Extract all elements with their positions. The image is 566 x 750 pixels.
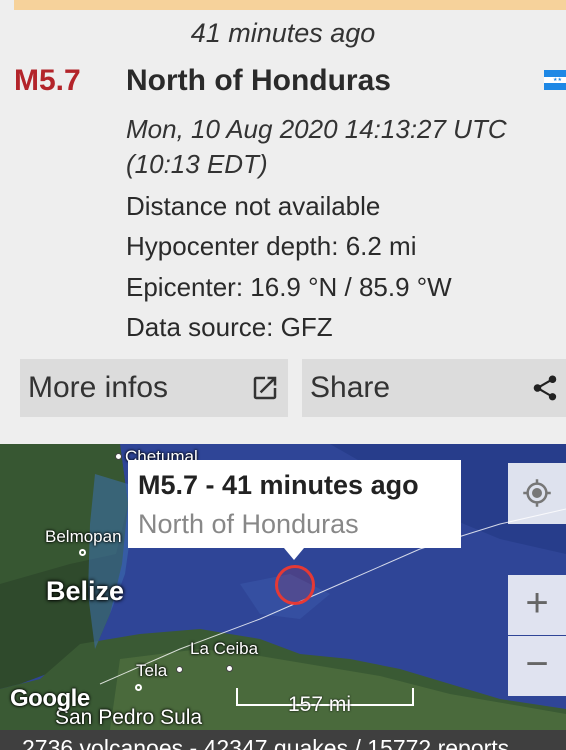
city-label-belmopan: Belmopan — [45, 527, 122, 546]
footer-stats-bar: 2736 volcanoes - 42347 quakes / 15772 re… — [0, 730, 566, 750]
datetime-utc: Mon, 10 Aug 2020 14:13:27 UTC — [126, 114, 507, 144]
zoom-in-button[interactable]: + — [508, 575, 566, 635]
honduras-flag-icon: ★★ — [544, 70, 566, 90]
country-label-belize: Belize — [46, 576, 125, 606]
city-dot-belmopan — [79, 549, 86, 556]
depth-text: Hypocenter depth: 6.2 mi — [126, 231, 417, 261]
share-label: Share — [310, 371, 391, 404]
more-infos-button[interactable]: More infos — [20, 359, 288, 417]
share-icon — [530, 373, 560, 403]
popup-title: M5.7 - 41 minutes ago — [138, 470, 419, 500]
city-dot-chetumal — [115, 453, 122, 460]
city-dot-la-ceiba — [226, 665, 233, 672]
share-button[interactable]: Share — [302, 359, 566, 417]
open-external-icon — [250, 373, 280, 403]
magnitude-label: M5.7 — [14, 64, 81, 97]
more-infos-label: More infos — [28, 371, 169, 404]
footer-stats-text: 2736 volcanoes - 42347 quakes / 15772 re… — [22, 735, 510, 750]
data-source-text: Data source: GFZ — [126, 312, 333, 342]
quake-marker[interactable] — [275, 565, 315, 605]
quake-info-popup[interactable]: M5.7 - 41 minutes ago North of Honduras — [128, 460, 461, 560]
zoom-out-icon: − — [525, 642, 549, 686]
zoom-out-button[interactable]: − — [508, 636, 566, 696]
map-scale-label: 157 mi — [288, 693, 352, 716]
top-banner — [14, 0, 566, 10]
datetime-local: (10:13 EDT) — [126, 149, 268, 179]
popup-subtitle: North of Honduras — [138, 509, 359, 539]
my-location-button[interactable] — [508, 463, 566, 524]
region-title: North of Honduras — [126, 64, 391, 97]
epicenter-text: Epicenter: 16.9 °N / 85.9 °W — [126, 272, 452, 302]
city-label-la-ceiba: La Ceiba — [190, 639, 259, 658]
city-dot-tela — [176, 666, 183, 673]
city-label-tela: Tela — [136, 661, 168, 680]
google-logo[interactable]: Google — [10, 685, 90, 713]
city-dot-san-pedro-sula — [135, 684, 142, 691]
time-ago: 41 minutes ago — [190, 18, 376, 48]
distance-text: Distance not available — [126, 191, 381, 221]
my-location-icon — [522, 478, 552, 513]
zoom-in-icon: + — [525, 581, 549, 625]
